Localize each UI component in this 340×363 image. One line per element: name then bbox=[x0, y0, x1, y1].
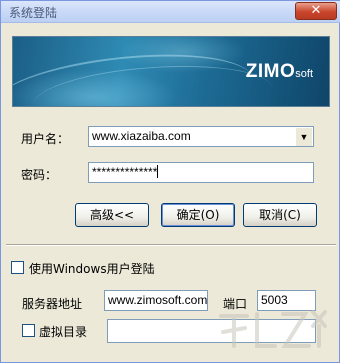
watermark-logo bbox=[219, 310, 327, 348]
divider bbox=[6, 244, 336, 246]
advanced-button[interactable]: 高级<< bbox=[75, 203, 149, 227]
username-value: www.xiazaiba.com bbox=[92, 129, 191, 143]
logo-main: ZIMO bbox=[245, 61, 296, 82]
window-title: 系统登陆 bbox=[9, 6, 58, 20]
brand-banner: ZIMOsoft bbox=[12, 36, 330, 107]
windows-user-checkbox[interactable] bbox=[11, 261, 24, 274]
username-label: 用户名： bbox=[21, 132, 70, 146]
cancel-button[interactable]: 取消(C) bbox=[243, 203, 317, 227]
username-combobox[interactable]: www.xiazaiba.com ▼ bbox=[88, 126, 314, 147]
password-input[interactable]: ************** bbox=[88, 162, 314, 183]
server-value: www.zimosoft.com bbox=[108, 293, 208, 307]
server-label: 服务器地址 bbox=[22, 297, 83, 311]
virtual-dir-label: 虚拟目录 bbox=[39, 325, 88, 339]
windows-user-label: 使用Windows用户登陆 bbox=[29, 262, 155, 276]
ok-button[interactable]: 确定(O) bbox=[161, 203, 235, 227]
text-caret bbox=[157, 165, 159, 178]
password-label: 密码： bbox=[21, 168, 58, 182]
logo-sub: soft bbox=[295, 68, 313, 80]
password-value: ************** bbox=[92, 165, 158, 179]
chevron-down-icon[interactable]: ▼ bbox=[296, 128, 312, 146]
close-button[interactable]: ✕ bbox=[295, 2, 337, 20]
title-bar[interactable]: 系统登陆 ✕ bbox=[1, 1, 340, 23]
server-input[interactable]: www.zimosoft.com bbox=[104, 290, 208, 311]
virtual-dir-checkbox[interactable] bbox=[22, 324, 35, 337]
brand-logo: ZIMOsoft bbox=[246, 61, 313, 83]
login-dialog: 系统登陆 ✕ ZIMOsoft 用户名： www.xiazaiba.com ▼ … bbox=[0, 0, 340, 363]
